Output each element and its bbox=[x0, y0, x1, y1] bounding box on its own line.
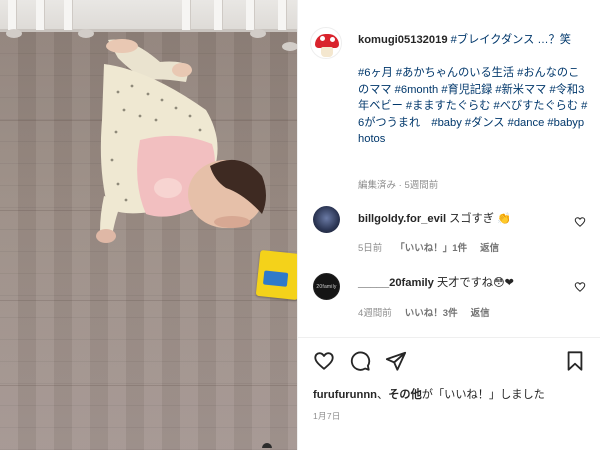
paper-plane-icon[interactable] bbox=[385, 350, 407, 372]
baby-figure bbox=[96, 39, 266, 243]
comment-text: スゴすぎ bbox=[449, 213, 494, 225]
comment: _____20family 天才ですね😳❤ bbox=[358, 276, 568, 291]
post-media[interactable] bbox=[0, 0, 297, 450]
comment-time: 4週間前 bbox=[358, 308, 392, 319]
comment-heart-icon[interactable] bbox=[574, 281, 586, 293]
commenter-avatar[interactable] bbox=[313, 206, 340, 233]
likes-suffix: が「いいね！」しました bbox=[421, 389, 545, 401]
caption-hashtags[interactable]: #6ヶ月 #あかちゃんのいる生活 #おんなのこのママ #6month #育児記録… bbox=[358, 67, 587, 145]
comment-emoji: 😳❤ bbox=[492, 277, 514, 289]
actions-divider bbox=[298, 337, 600, 338]
commenter-avatar[interactable]: 20family bbox=[313, 273, 340, 300]
comment-time: 5日前 bbox=[358, 243, 383, 254]
comment: billgoldy.for_evil スゴすぎ 👏 bbox=[358, 212, 568, 227]
likes-separator: 、 bbox=[377, 389, 389, 401]
reply-button[interactable]: 返信 bbox=[480, 240, 499, 254]
post-caption: komugi05132019 #ブレイクダンス …？笑 #6ヶ月 #あかちゃんの… bbox=[358, 32, 590, 148]
author-username[interactable]: komugi05132019 bbox=[358, 34, 448, 46]
comment-meta: 5日前 「いいね！」1件 返信 bbox=[358, 240, 499, 254]
post-date[interactable]: 1月7日 bbox=[313, 410, 341, 422]
comment-emoji: 👏 bbox=[497, 213, 511, 225]
comment-username[interactable]: billgoldy.for_evil bbox=[358, 213, 446, 225]
author-avatar[interactable] bbox=[310, 27, 342, 59]
caption-meta: 編集済み · 5週間前 bbox=[358, 180, 439, 191]
comment-text: 天才ですね bbox=[437, 277, 493, 289]
avatar-text: 20family bbox=[316, 283, 337, 290]
liker-username[interactable]: furufurunnn bbox=[313, 389, 377, 401]
likes-summary: furufurunnn、その他が「いいね！」しました bbox=[313, 386, 545, 402]
heart-outline-icon[interactable] bbox=[313, 350, 335, 372]
comment-heart-icon[interactable] bbox=[574, 216, 586, 228]
likes-others-link[interactable]: その他 bbox=[388, 389, 422, 401]
pagination-dot bbox=[262, 443, 272, 448]
comment-likes-link[interactable]: 「いいね！」1件 bbox=[395, 240, 467, 254]
comment-username[interactable]: _____20family bbox=[358, 277, 434, 289]
post-panel: komugi05132019 #ブレイクダンス …？笑 #6ヶ月 #あかちゃんの… bbox=[297, 0, 600, 450]
bookmark-icon[interactable] bbox=[564, 350, 586, 372]
caption-lead: #ブレイクダンス …？笑 bbox=[450, 34, 571, 46]
comment-likes-link[interactable]: いいね！3件 bbox=[405, 305, 458, 319]
toy-card bbox=[255, 249, 297, 301]
comment-meta: 4週間前 いいね！3件 返信 bbox=[358, 305, 490, 319]
speech-bubble-icon[interactable] bbox=[349, 350, 371, 372]
reply-button[interactable]: 返信 bbox=[471, 305, 490, 319]
